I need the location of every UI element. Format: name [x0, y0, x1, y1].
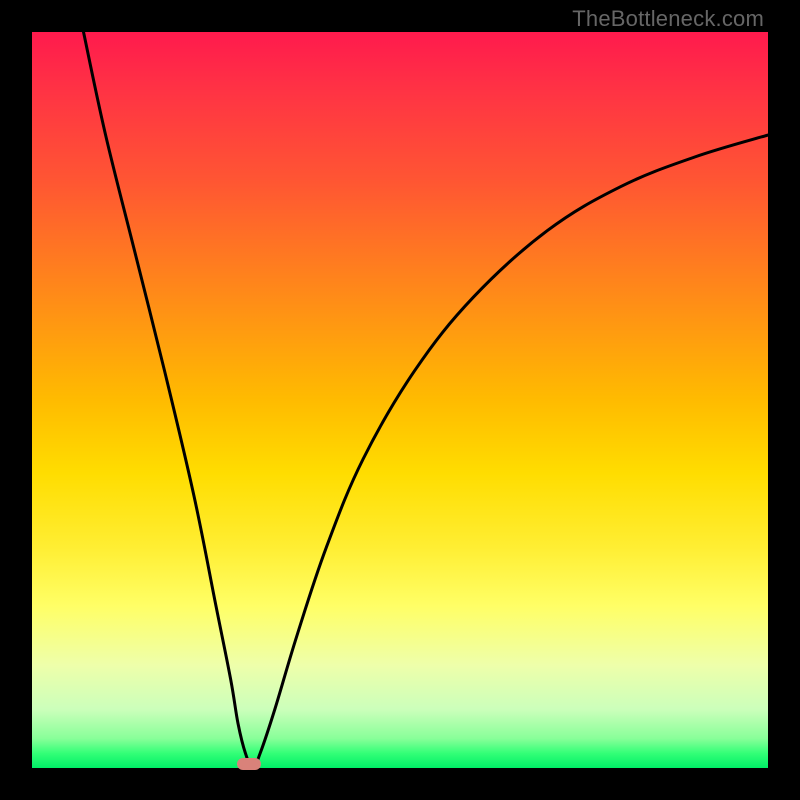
plot-area: [32, 32, 768, 768]
bottleneck-curve: [32, 32, 768, 768]
watermark-text: TheBottleneck.com: [572, 6, 764, 32]
chart-container: TheBottleneck.com: [0, 0, 800, 800]
optimal-marker: [237, 758, 261, 770]
